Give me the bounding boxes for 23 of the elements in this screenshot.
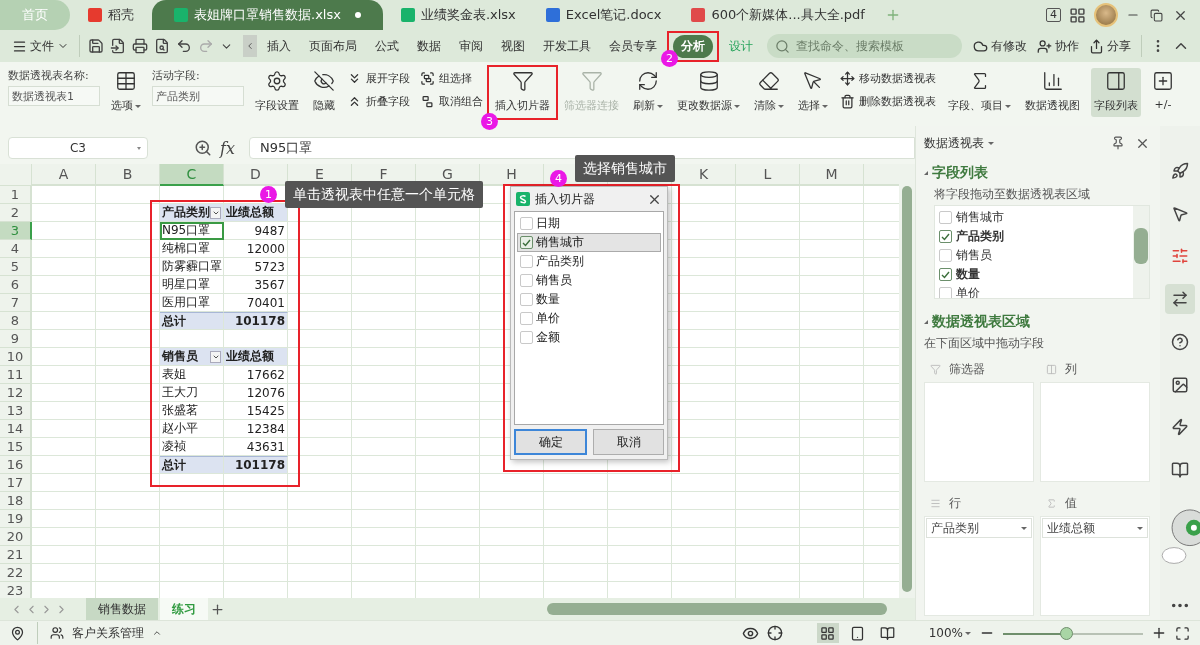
header-label: 销售员 [162,348,198,365]
hint-text: 在下面区域中拖动字段 [924,335,1045,352]
header-cell: 业绩总额 [224,348,288,366]
total-cell: 101178 [224,456,288,474]
section-title: 数据透视表区域 [932,313,1030,331]
header-label: 产品类别 [162,204,210,221]
field-label: 活动字段: [152,68,201,83]
step-number: 3 [481,113,498,130]
field-label: 数据透视表名称: [8,68,90,83]
total-cell: 101178 [224,312,288,330]
area-label: 筛选器 [949,360,985,378]
hint-text: 将字段拖动至数据透视表区域 [934,186,1091,203]
device-count: 4 [1046,8,1061,22]
header-cell: 业绩总额 [224,204,288,222]
callout-tooltip: 单击透视表中任意一个单元格 [285,181,483,208]
area-label: 行 [949,494,961,512]
callout-tooltip: 选择销售城市 [575,155,675,182]
total-cell: 总计 [160,312,224,330]
area-label: 值 [1065,494,1077,512]
dialog-title: 插入切片器 [535,190,596,208]
section-title: 字段列表 [932,164,988,182]
total-cell: 总计 [160,456,224,474]
area-label: 列 [1065,360,1077,378]
